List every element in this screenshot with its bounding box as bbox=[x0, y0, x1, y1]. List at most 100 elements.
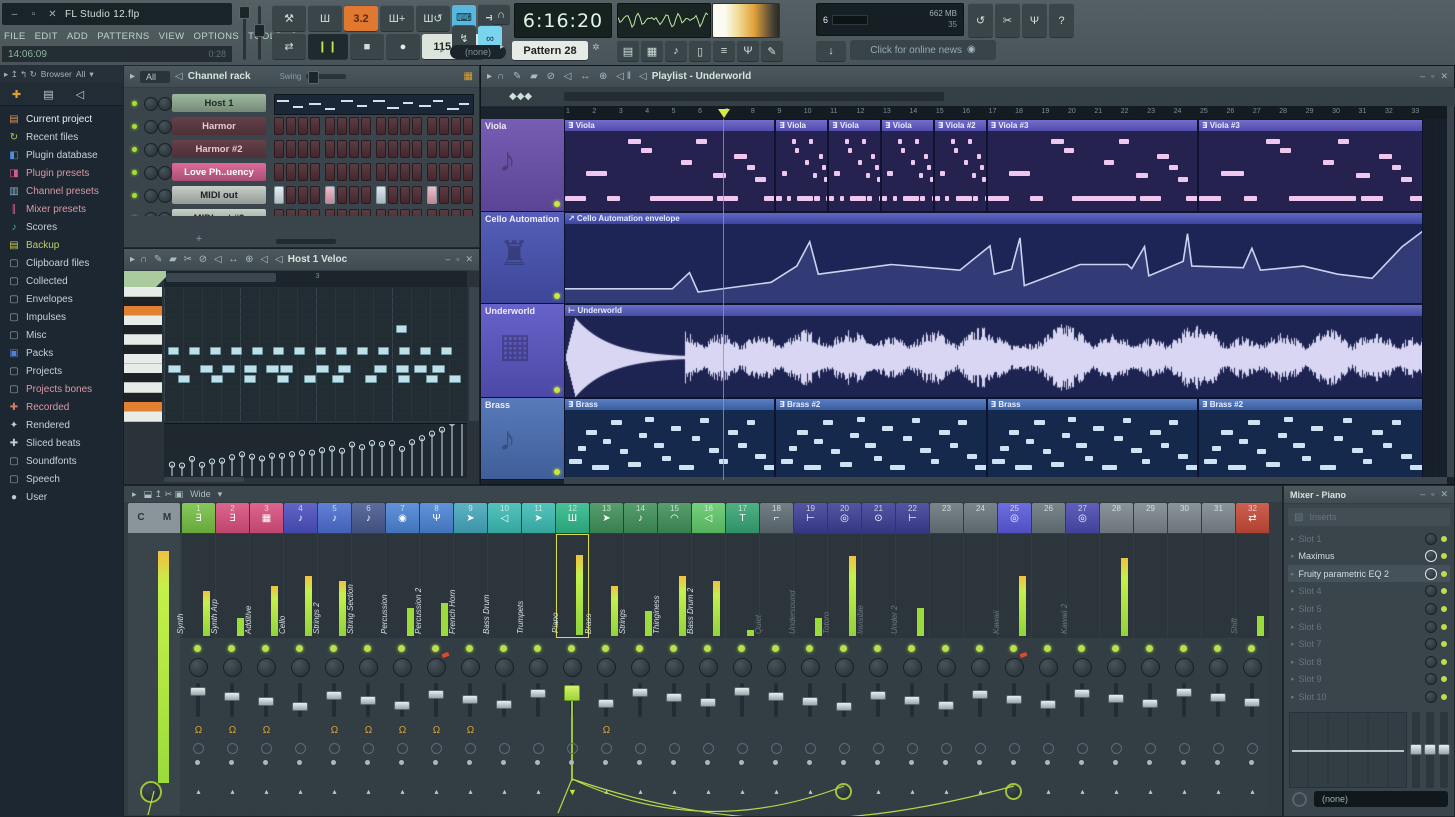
strip-pan-knob[interactable] bbox=[1107, 658, 1126, 677]
strip-fx-switch[interactable]: Ω bbox=[216, 725, 249, 736]
browser-filter[interactable]: All bbox=[76, 69, 85, 79]
piano-key[interactable] bbox=[124, 402, 162, 413]
strip-record-arm[interactable] bbox=[771, 743, 782, 754]
insert-slot-3[interactable]: ▸ Fruity parametric EQ 2 bbox=[1288, 565, 1450, 583]
pattern-prev-icon[interactable]: ▸ bbox=[500, 42, 504, 51]
mixer-strip-percussion[interactable]: 7 ◉ Percussion Ω ▴ bbox=[380, 503, 419, 815]
mixer-strip-undersound[interactable]: 19 ⊢ Undersound ▴ bbox=[788, 503, 827, 815]
clip-brass[interactable]: ∃ Brass bbox=[564, 398, 776, 480]
step-3[interactable] bbox=[298, 186, 308, 204]
strip-tab[interactable]: 23 bbox=[930, 503, 963, 533]
step-11[interactable] bbox=[400, 140, 410, 158]
step-13[interactable] bbox=[427, 140, 437, 158]
piano-key[interactable] bbox=[124, 325, 162, 336]
menu-edit[interactable]: EDIT bbox=[35, 31, 58, 42]
step-15[interactable] bbox=[451, 209, 461, 216]
piano-key[interactable] bbox=[124, 354, 162, 365]
piano-roll-note[interactable] bbox=[189, 347, 200, 355]
step-1[interactable] bbox=[274, 186, 284, 204]
strip-route-arrow[interactable]: ▴ bbox=[760, 787, 793, 796]
browser-item-impulses[interactable]: ▢ Impulses bbox=[0, 308, 123, 326]
master-tab-m[interactable]: M bbox=[154, 503, 180, 533]
strip-route-arrow[interactable]: ▴ bbox=[726, 787, 759, 796]
strip-record-arm[interactable] bbox=[227, 743, 238, 754]
mixer-strip-under-2[interactable]: 22 ⊢ Under 2 ▴ bbox=[890, 503, 929, 815]
browser-item-user[interactable]: ● User bbox=[0, 488, 123, 506]
track-header-cello-automation[interactable]: Cello Automation ♜ bbox=[481, 212, 564, 304]
piano-roll-note[interactable] bbox=[357, 347, 368, 355]
strip-mute-led[interactable] bbox=[738, 645, 745, 652]
eq-preview[interactable] bbox=[1289, 712, 1407, 788]
browser-item-channel-presets[interactable]: ▥ Channel presets bbox=[0, 182, 123, 200]
piano-key[interactable] bbox=[124, 383, 162, 393]
strip-fader-handle[interactable] bbox=[394, 701, 410, 710]
step-16[interactable] bbox=[463, 117, 473, 135]
browser-item-soundfonts[interactable]: ▢ Soundfonts bbox=[0, 452, 123, 470]
strip-pan-knob[interactable] bbox=[699, 658, 718, 677]
channel-button[interactable]: MIDI out #2 bbox=[172, 209, 266, 216]
strip-record-arm[interactable] bbox=[873, 743, 884, 754]
piano-roll-note[interactable] bbox=[244, 375, 256, 383]
strip-tab[interactable]: 5 ♪ bbox=[318, 503, 351, 533]
strip-pan-knob[interactable] bbox=[1039, 658, 1058, 677]
step-11[interactable] bbox=[400, 186, 410, 204]
strip-send-knob[interactable] bbox=[1005, 783, 1022, 800]
close-button[interactable]: ✕ bbox=[46, 9, 59, 20]
strip-mute-led[interactable] bbox=[228, 645, 235, 652]
step-14[interactable] bbox=[439, 186, 449, 204]
strip-pan-knob[interactable] bbox=[1005, 658, 1024, 677]
strip-fader-handle[interactable] bbox=[326, 691, 342, 700]
clip-viola-2[interactable]: ∃ Viola #2 bbox=[933, 119, 987, 212]
step-10[interactable] bbox=[388, 209, 398, 216]
piano-roll-note[interactable] bbox=[252, 347, 263, 355]
strip-fader-handle[interactable] bbox=[938, 701, 954, 710]
strip-pan-knob[interactable] bbox=[325, 658, 344, 677]
piano-roll-note[interactable] bbox=[374, 365, 387, 373]
piano-roll-note[interactable] bbox=[398, 375, 410, 383]
strip-mute-led[interactable] bbox=[398, 645, 405, 652]
browser-item-misc[interactable]: ▢ Misc bbox=[0, 326, 123, 344]
strip-pan-knob[interactable] bbox=[563, 658, 582, 677]
piano-roll-note[interactable] bbox=[449, 375, 461, 383]
news-bar[interactable]: Click for online news ◉ bbox=[850, 40, 996, 60]
strip-record-arm[interactable] bbox=[1179, 743, 1190, 754]
strip-route-arrow[interactable]: ▴ bbox=[1202, 787, 1235, 796]
mixer-strip-trumpets[interactable]: 11 ➤ Trumpets ▴ bbox=[516, 503, 555, 815]
channel-score-preview[interactable] bbox=[274, 94, 474, 115]
piano-roll-note[interactable] bbox=[304, 375, 316, 383]
piano-roll-note[interactable] bbox=[273, 347, 284, 355]
step-8[interactable] bbox=[361, 209, 371, 216]
strip-record-arm[interactable] bbox=[261, 743, 272, 754]
mixer-strip-piano[interactable]: 12 Ш Piano ▼ bbox=[551, 503, 589, 815]
browser-filter-dropdown-icon[interactable]: ▾ bbox=[89, 69, 93, 80]
track-lane-brass[interactable]: ∃ Brass ∃ Brass #2 ∃ Brass ∃ Brass #2 bbox=[564, 398, 1449, 481]
strip-mute-led[interactable] bbox=[670, 645, 677, 652]
browser-item-scores[interactable]: ♪ Scores bbox=[0, 218, 123, 236]
insert-slot-10[interactable]: ▸ Slot 10 bbox=[1288, 688, 1450, 705]
piano-roll-note[interactable] bbox=[211, 375, 223, 383]
strip-fader-handle[interactable] bbox=[1108, 694, 1124, 703]
strip-tab[interactable]: 26 bbox=[1032, 503, 1065, 533]
dump-score-button[interactable]: ↓ bbox=[816, 40, 846, 62]
strip-record-arm[interactable] bbox=[839, 743, 850, 754]
piano-roll-note[interactable] bbox=[426, 375, 438, 383]
playlist-titlebar[interactable]: ▸ ∩ ✎ ▰ ⊘ ◁ ↔ ⊕ ◁‖ ◁ Playlist - Underwor… bbox=[481, 66, 1454, 88]
mixer-tool-icons[interactable]: ⬓ ↥ ✂ ▣ bbox=[144, 489, 184, 500]
strip-tab[interactable]: 27 ◎ bbox=[1066, 503, 1099, 533]
strip-tab[interactable]: 11 ➤ bbox=[522, 503, 555, 533]
step-14[interactable] bbox=[439, 140, 449, 158]
step-7[interactable] bbox=[349, 209, 359, 216]
strip-pan-knob[interactable] bbox=[937, 658, 956, 677]
strip-record-arm[interactable] bbox=[805, 743, 816, 754]
slot-mix-knob[interactable] bbox=[1425, 673, 1437, 686]
insert-slot-7[interactable]: ▸ Slot 7 bbox=[1288, 636, 1450, 653]
step-9[interactable] bbox=[376, 186, 386, 204]
channel-volume-knob[interactable] bbox=[158, 143, 172, 157]
strip-fader-handle[interactable] bbox=[1142, 699, 1158, 708]
strip-tab[interactable]: 14 ♪ bbox=[624, 503, 657, 533]
link-prev-icon[interactable]: ▸ bbox=[440, 46, 448, 55]
strip-fader-handle[interactable] bbox=[700, 698, 716, 707]
mixer-strip-totoro[interactable]: 20 ◎ Totoro bbox=[822, 503, 861, 815]
clip-underworld[interactable]: ⊢ Underworld bbox=[564, 304, 1423, 398]
mixer-strip-kawaii-2[interactable]: 27 ◎ Kawaii 2 ▴ bbox=[1060, 503, 1099, 815]
